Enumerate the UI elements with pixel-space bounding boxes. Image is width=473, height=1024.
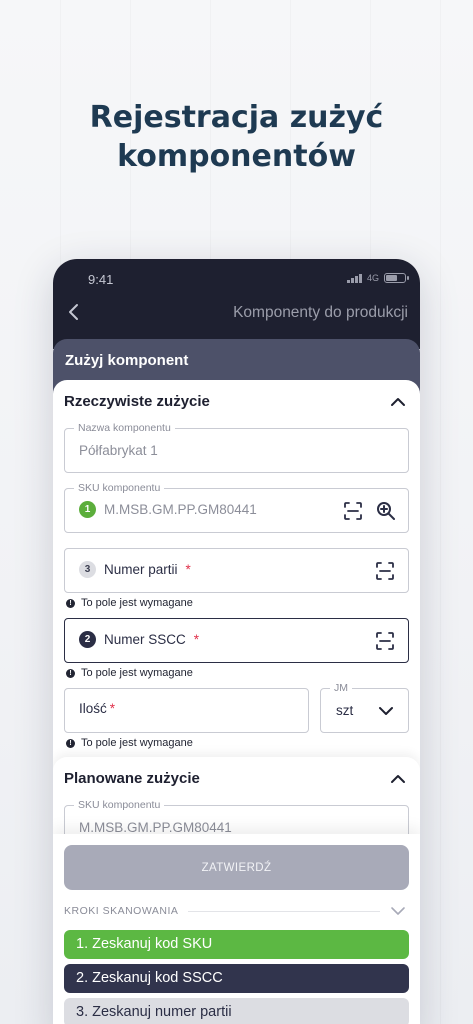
unit-label: JM: [330, 681, 352, 695]
sku-row: 1 M.MSB.GM.PP.GM80441: [79, 501, 257, 518]
sku-label: SKU komponentu: [74, 481, 165, 495]
batch-number-field[interactable]: 3 Numer partii *: [64, 548, 409, 593]
batch-error-text: To pole jest wymagane: [81, 597, 193, 609]
step-badge-1: 1: [79, 501, 96, 518]
batch-label: Numer partii: [104, 562, 178, 577]
sscc-error: ! To pole jest wymagane: [66, 667, 193, 679]
quantity-error-text: To pole jest wymagane: [81, 737, 193, 749]
error-icon: !: [66, 598, 75, 608]
nav-title: Komponenty do produkcji: [233, 304, 408, 321]
planned-usage-title: Planowane zużycie: [64, 770, 200, 787]
batch-required-mark: *: [185, 562, 191, 577]
sscc-row: 2 Numer SSCC *: [79, 631, 199, 648]
unit-value: szt: [336, 703, 354, 718]
sheet-title: Zużyj komponent: [65, 352, 189, 369]
bottom-panel: ZATWIERDŹ KROKI SKANOWANIA 1. Zeskanuj k…: [53, 834, 420, 1024]
status-indicators: 4G: [346, 273, 409, 283]
quantity-row: Ilość *: [79, 701, 115, 716]
app-top-bar: 9:41 4G Komponenty do produkcji: [53, 259, 420, 349]
status-time: 9:41: [88, 272, 114, 287]
planned-sku-label: SKU komponentu: [74, 798, 165, 812]
sscc-error-text: To pole jest wymagane: [81, 667, 193, 679]
unit-select[interactable]: JM szt: [320, 681, 409, 733]
component-name-label: Nazwa komponentu: [74, 421, 175, 435]
scan-icon[interactable]: [344, 502, 362, 520]
batch-row: 3 Numer partii *: [79, 561, 191, 578]
error-icon: !: [66, 738, 75, 748]
hero-title: Rejestracja zużyć komponentów: [0, 98, 473, 176]
step-badge-2: 2: [79, 631, 96, 648]
quantity-field[interactable]: Ilość *: [64, 688, 309, 733]
sscc-required-mark: *: [193, 632, 200, 647]
planned-usage-card: Planowane zużycie SKU komponentu M.MSB.G…: [53, 757, 420, 850]
scan-steps-header[interactable]: KROKI SKANOWANIA: [64, 904, 406, 918]
batch-error: ! To pole jest wymagane: [66, 597, 193, 609]
scan-icon[interactable]: [376, 562, 394, 580]
phone-frame: 9:41 4G Komponenty do produkcji Zużyj ko…: [53, 259, 420, 1024]
chevron-up-icon[interactable]: [390, 397, 406, 407]
scan-step-batch: 3. Zeskanuj numer partii: [64, 998, 409, 1024]
back-button[interactable]: [65, 300, 85, 324]
scan-steps-title: KROKI SKANOWANIA: [64, 905, 179, 917]
planned-sku-value: M.MSB.GM.PP.GM80441: [79, 820, 232, 835]
scan-icon[interactable]: [376, 632, 394, 650]
back-icon: [69, 304, 78, 320]
quantity-label: Ilość: [79, 701, 107, 716]
scan-step-sku: 1. Zeskanuj kod SKU: [64, 930, 409, 959]
sku-field[interactable]: SKU komponentu 1 M.MSB.GM.PP.GM80441: [64, 481, 409, 533]
scan-step-sscc: 2. Zeskanuj kod SSCC: [64, 964, 409, 993]
quantity-error: ! To pole jest wymagane: [66, 737, 193, 749]
sscc-field[interactable]: 2 Numer SSCC *: [64, 618, 409, 663]
sscc-label: Numer SSCC: [104, 632, 186, 647]
component-name-field[interactable]: Nazwa komponentu Półfabrykat 1: [64, 421, 409, 473]
chevron-up-icon[interactable]: [390, 774, 406, 784]
error-icon: !: [66, 668, 75, 678]
actual-usage-card: Rzeczywiste zużycie Nazwa komponentu Pół…: [53, 380, 420, 760]
chevron-down-icon: [391, 907, 405, 915]
network-type: 4G: [366, 273, 379, 283]
actual-usage-title: Rzeczywiste zużycie: [64, 393, 210, 410]
hero-title-line-2: komponentów: [117, 139, 356, 174]
quantity-required-mark: *: [109, 701, 116, 716]
sku-value: M.MSB.GM.PP.GM80441: [104, 502, 257, 517]
zoom-icon[interactable]: [376, 501, 396, 521]
component-name-value: Półfabrykat 1: [79, 443, 158, 458]
chevron-down-icon: [379, 707, 393, 715]
battery-icon: [384, 273, 409, 283]
step-badge-3: 3: [79, 561, 96, 578]
signal-icon: [346, 273, 362, 283]
divider: [188, 910, 380, 912]
confirm-button[interactable]: ZATWIERDŹ: [64, 845, 409, 890]
hero-title-line-1: Rejestracja zużyć: [89, 100, 384, 135]
